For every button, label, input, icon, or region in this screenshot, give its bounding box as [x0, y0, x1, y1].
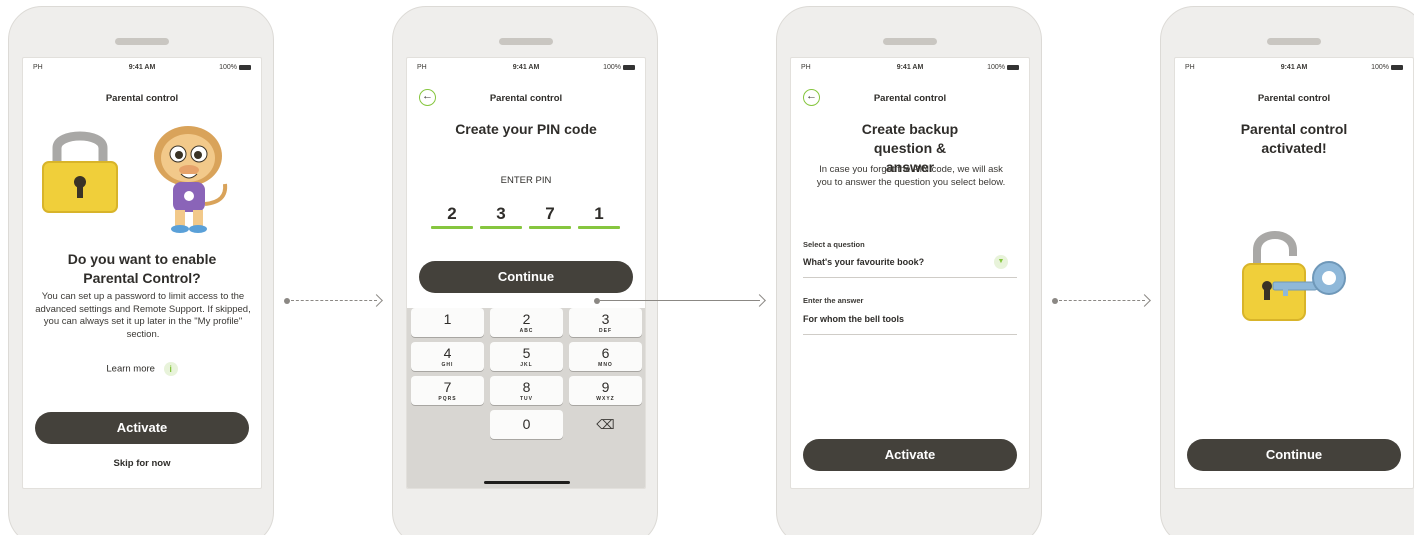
- screen-header: Parental control: [873, 93, 947, 104]
- lion-mascot-illustration: [154, 126, 228, 233]
- question-underline: [803, 277, 1017, 278]
- pin-underline: [480, 226, 522, 229]
- home-indicator: [484, 481, 570, 484]
- screen-create-pin: PH 9:41 AM 100% ← Parental control Creat…: [406, 57, 646, 489]
- speaker-slot: [883, 38, 937, 45]
- pin-underline: [431, 226, 473, 229]
- skip-for-now-link[interactable]: Skip for now: [23, 458, 261, 469]
- backspace-icon[interactable]: ⌫: [569, 410, 642, 439]
- key-5[interactable]: 5 JKL: [490, 342, 563, 371]
- pin-underline: [578, 226, 620, 229]
- status-bar: PH 9:41 AM 100%: [23, 64, 261, 76]
- battery-indicator: 100%: [987, 64, 1019, 71]
- pin-digit: 7: [545, 204, 555, 223]
- key-9[interactable]: 9 WXYZ: [569, 376, 642, 405]
- speaker-slot: [1267, 38, 1321, 45]
- screen-header: Parental control: [1257, 93, 1331, 104]
- battery-indicator: 100%: [603, 64, 635, 71]
- numeric-keypad: 1 2 ABC 3 DEF 4 GHI 5 JKL 6 MNO 7 PQRS 8 TUV 9W…: [407, 308, 645, 488]
- screen-header: Parental control: [105, 93, 179, 104]
- key-6[interactable]: 6 MNO: [569, 342, 642, 371]
- key-8[interactable]: 8 TUV: [490, 376, 563, 405]
- key-2[interactable]: 2 ABC: [490, 308, 563, 337]
- phone-frame-3: PH 9:41 AM 100% ← Parental control Creat…: [776, 6, 1042, 535]
- battery-indicator: 100%: [219, 64, 251, 71]
- unlocked-padlock-key-icon: [1242, 231, 1346, 321]
- key-0[interactable]: 0: [490, 410, 563, 439]
- battery-indicator: 100%: [1371, 64, 1403, 71]
- screen-header: Parental control: [489, 93, 563, 104]
- battery-icon: [1391, 64, 1403, 70]
- pin-label: ENTER PIN: [500, 175, 552, 186]
- phone-frame-2: PH 9:41 AM 100% ← Parental control Creat…: [392, 6, 658, 535]
- answer-input[interactable]: For whom the bell tools: [803, 314, 904, 324]
- battery-icon: [239, 64, 251, 70]
- question-label: Select a question: [803, 240, 865, 249]
- answer-underline: [803, 334, 1017, 335]
- activate-button[interactable]: Activate: [803, 439, 1017, 471]
- screen-backup-question: PH 9:41 AM 100% ← Parental control Creat…: [790, 57, 1030, 489]
- pin-digit: 2: [447, 204, 457, 223]
- description-text: In case you forget the PIN code, we will…: [816, 164, 1006, 188]
- description-text: You can set up a password to limit acces…: [35, 291, 251, 340]
- battery-icon: [623, 64, 635, 70]
- page-title: Parental control activated!: [1240, 121, 1348, 156]
- learn-more-link[interactable]: Learn more i: [23, 362, 261, 376]
- key-3[interactable]: 3 DEF: [569, 308, 642, 337]
- speaker-slot: [115, 38, 169, 45]
- screen-enable-parental-control: PH 9:41 AM 100% Parental control Do you …: [22, 57, 262, 489]
- pin-underline: [529, 226, 571, 229]
- key-1[interactable]: 1: [411, 308, 484, 337]
- learn-more-label: Learn more: [106, 363, 155, 375]
- key-7[interactable]: 7 PQRS: [411, 376, 484, 405]
- info-icon: i: [163, 362, 178, 376]
- status-bar: PH 9:41 AM 100%: [407, 64, 645, 76]
- activate-button[interactable]: Activate: [35, 412, 249, 444]
- continue-button[interactable]: Continue: [419, 261, 633, 293]
- answer-label: Enter the answer: [803, 296, 864, 305]
- key-4[interactable]: 4 GHI: [411, 342, 484, 371]
- page-title: Do you want to enable Parental Control?: [67, 251, 217, 286]
- battery-icon: [1007, 64, 1019, 70]
- phone-frame-1: PH 9:41 AM 100% Parental control Do you …: [8, 6, 274, 535]
- pin-digit: 1: [594, 204, 604, 223]
- screen-activated: PH 9:41 AM 100% Parental control Parenta…: [1174, 57, 1414, 489]
- pin-digit: 3: [496, 204, 506, 223]
- chevron-down-icon[interactable]: ▼: [994, 255, 1008, 269]
- speaker-slot: [499, 38, 553, 45]
- page-title: Create your PIN code: [455, 121, 597, 137]
- continue-button[interactable]: Continue: [1187, 439, 1401, 471]
- padlock-illustration: [42, 131, 118, 213]
- question-select[interactable]: What's your favourite book?: [803, 257, 924, 267]
- status-bar: PH 9:41 AM 100%: [791, 64, 1029, 76]
- phone-frame-4: PH 9:41 AM 100% Parental control Parenta…: [1160, 6, 1414, 535]
- status-bar: PH 9:41 AM 100%: [1175, 64, 1413, 76]
